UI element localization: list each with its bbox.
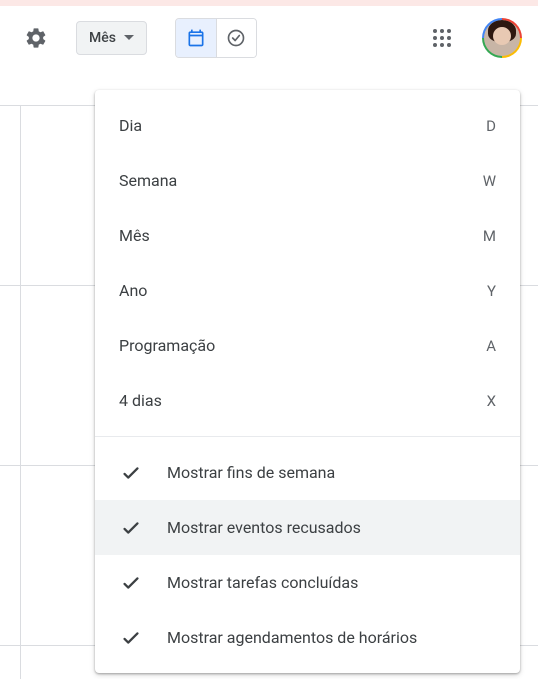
toggle-label: Mostrar fins de semana: [167, 463, 335, 482]
menu-shortcut: A: [486, 337, 496, 355]
view-selector-label: Mês: [89, 30, 116, 46]
check-circle-icon: [226, 28, 246, 48]
view-option-day[interactable]: Dia D: [95, 98, 520, 153]
menu-label: 4 dias: [119, 391, 162, 410]
mode-toggle: [175, 18, 257, 58]
tasks-mode-button[interactable]: [216, 19, 256, 57]
avatar-image: [484, 20, 520, 56]
google-apps-button[interactable]: [422, 18, 462, 58]
avatar-ring: [482, 18, 522, 58]
menu-shortcut: W: [483, 172, 496, 190]
view-option-year[interactable]: Ano Y: [95, 263, 520, 318]
toggle-show-completed-tasks[interactable]: Mostrar tarefas concluídas: [95, 555, 520, 610]
check-icon: [119, 571, 143, 595]
toggle-show-appointment-schedules[interactable]: Mostrar agendamentos de horários: [95, 610, 520, 665]
toggle-show-declined[interactable]: Mostrar eventos recusados: [95, 500, 520, 555]
view-selector-button[interactable]: Mês: [76, 21, 147, 55]
check-icon: [119, 461, 143, 485]
view-option-schedule[interactable]: Programação A: [95, 318, 520, 373]
check-icon: [119, 516, 143, 540]
menu-shortcut: M: [483, 227, 496, 245]
menu-label: Programação: [119, 336, 215, 355]
menu-label: Dia: [119, 116, 142, 135]
calendar-icon: [186, 28, 206, 48]
caret-down-icon: [124, 35, 134, 41]
menu-shortcut: D: [486, 117, 496, 135]
menu-label: Mês: [119, 226, 150, 245]
toggle-label: Mostrar agendamentos de horários: [167, 628, 417, 647]
account-avatar[interactable]: [482, 18, 522, 58]
check-icon: [119, 626, 143, 650]
toolbar: Mês: [0, 6, 538, 70]
calendar-mode-button[interactable]: [176, 19, 216, 57]
menu-shortcut: X: [487, 392, 496, 410]
toggle-label: Mostrar tarefas concluídas: [167, 573, 358, 592]
menu-label: Ano: [119, 281, 147, 300]
view-option-week[interactable]: Semana W: [95, 153, 520, 208]
view-option-4days[interactable]: 4 dias X: [95, 373, 520, 428]
menu-shortcut: Y: [487, 282, 496, 300]
menu-divider: [95, 436, 520, 437]
view-dropdown-menu: Dia D Semana W Mês M Ano Y Programação A…: [95, 90, 520, 673]
toggle-show-weekends[interactable]: Mostrar fins de semana: [95, 445, 520, 500]
menu-label: Semana: [119, 171, 177, 190]
view-option-month[interactable]: Mês M: [95, 208, 520, 263]
apps-grid-icon: [432, 28, 452, 48]
toggle-label: Mostrar eventos recusados: [167, 518, 361, 537]
gear-icon: [24, 26, 48, 50]
settings-button[interactable]: [16, 18, 56, 58]
